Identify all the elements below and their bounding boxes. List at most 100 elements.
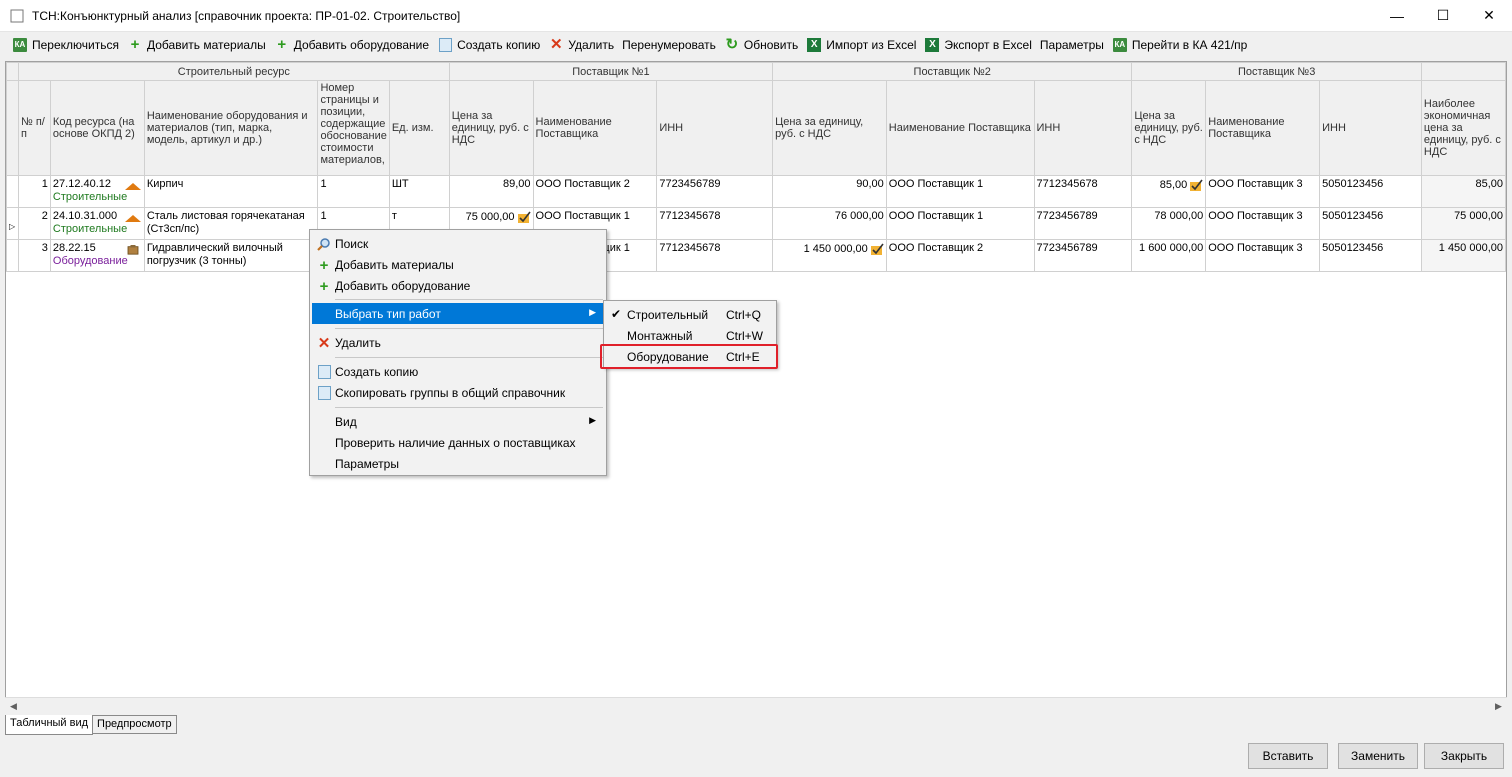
- cell-unit[interactable]: ШТ: [388, 175, 450, 208]
- add-materials-button[interactable]: + Добавить материалы: [123, 35, 270, 55]
- tab-preview[interactable]: Предпросмотр: [92, 715, 177, 734]
- menu-item-check-supplier-data[interactable]: Проверить наличие данных о поставщиках: [312, 432, 604, 453]
- col-header-page[interactable]: Номер страницы и позиции, содержащие обо…: [317, 80, 390, 176]
- col-header-s3-price[interactable]: Цена за единицу, руб. с НДС: [1131, 80, 1207, 176]
- cell-s3-inn[interactable]: 5050123456: [1319, 239, 1422, 272]
- cell-name[interactable]: Гидравлический вилочный погрузчик (3 тон…: [143, 239, 319, 272]
- col-header-unit[interactable]: Ед. изм.: [388, 80, 450, 176]
- scroll-left-icon[interactable]: ◀: [5, 698, 22, 715]
- cell-s2-price[interactable]: 1 450 000,00: [772, 239, 887, 272]
- submenu-item-installation[interactable]: Монтажный Ctrl+W: [606, 325, 774, 346]
- cell-best[interactable]: 1 450 000,00: [1420, 239, 1506, 272]
- cell-s3-name[interactable]: ООО Поставщик 3: [1205, 239, 1321, 272]
- cell-s2-price[interactable]: 76 000,00: [772, 207, 887, 240]
- cell-code[interactable]: 28.22.15 Оборудование: [49, 239, 145, 272]
- maximize-button[interactable]: ☐: [1420, 0, 1466, 31]
- cell-s3-price[interactable]: 85,00: [1131, 175, 1207, 208]
- switch-button[interactable]: КА Переключиться: [8, 35, 123, 55]
- data-grid[interactable]: Строительный ресурс Поставщик №1 Поставщ…: [5, 61, 1507, 713]
- group-header-supplier2: Поставщик №2: [772, 62, 1133, 81]
- cell-s1-inn[interactable]: 7723456789: [656, 175, 774, 208]
- equipment-icon: [127, 245, 139, 255]
- context-menu: Поиск + Добавить материалы + Добавить об…: [309, 229, 607, 476]
- col-header-s2-name[interactable]: Наименование Поставщика: [885, 80, 1035, 176]
- table-row[interactable]: 3 28.22.15 Оборудование Гидравлический в…: [6, 239, 1506, 272]
- cell-s1-name[interactable]: ООО Поставщик 2: [532, 175, 658, 208]
- table-row[interactable]: 1 27.12.40.12 Строительные Кирпич 1 ШТ 8…: [6, 175, 1506, 208]
- replace-button[interactable]: Заменить: [1338, 743, 1418, 769]
- minimize-icon: —: [1390, 7, 1404, 24]
- menu-item-select-work-type[interactable]: Выбрать тип работ ▶: [312, 303, 604, 324]
- cell-s3-name[interactable]: ООО Поставщик 3: [1205, 175, 1321, 208]
- cell-best[interactable]: 85,00: [1420, 175, 1506, 208]
- scroll-right-icon[interactable]: ▶: [1490, 698, 1507, 715]
- col-header-s1-inn[interactable]: ИНН: [656, 80, 774, 176]
- renumber-button[interactable]: Перенумеровать: [618, 35, 720, 55]
- submenu-item-construction[interactable]: ✔ Строительный Ctrl+Q: [606, 304, 774, 325]
- col-header-s2-price[interactable]: Цена за единицу, руб. с НДС: [772, 80, 887, 176]
- import-excel-button[interactable]: X Импорт из Excel: [802, 35, 920, 55]
- cell-page[interactable]: 1: [317, 175, 390, 208]
- close-window-button[interactable]: ✕: [1466, 0, 1512, 31]
- menu-item-add-equipment[interactable]: + Добавить оборудование: [312, 275, 604, 296]
- col-header-s3-inn[interactable]: ИНН: [1319, 80, 1422, 176]
- menu-item-search[interactable]: Поиск: [312, 233, 604, 254]
- col-header-name[interactable]: Наименование оборудования и материалов (…: [143, 80, 319, 176]
- col-header-num[interactable]: № п/п: [17, 80, 51, 176]
- menu-item-create-copy[interactable]: Создать копию: [312, 361, 604, 382]
- current-row-icon: ▷: [9, 222, 16, 231]
- cell-s1-inn[interactable]: 7712345678: [656, 239, 774, 272]
- cell-num[interactable]: 1: [17, 175, 51, 208]
- cell-s3-inn[interactable]: 5050123456: [1319, 175, 1422, 208]
- cell-s2-name[interactable]: ООО Поставщик 2: [885, 239, 1035, 272]
- cell-code[interactable]: 27.12.40.12 Строительные: [49, 175, 145, 208]
- close-button[interactable]: Закрыть: [1424, 743, 1504, 769]
- cell-s3-name[interactable]: ООО Поставщик 3: [1205, 207, 1321, 240]
- menu-item-view[interactable]: Вид ▶: [312, 411, 604, 432]
- refresh-icon: ↻: [725, 36, 739, 53]
- cell-s2-inn[interactable]: 7712345678: [1033, 175, 1133, 208]
- cell-s2-inn[interactable]: 7723456789: [1033, 207, 1133, 240]
- cell-s2-name[interactable]: ООО Поставщик 1: [885, 207, 1035, 240]
- delete-button[interactable]: ✕ Удалить: [544, 35, 618, 55]
- col-header-s3-name[interactable]: Наименование Поставщика: [1205, 80, 1321, 176]
- add-equipment-button[interactable]: + Добавить оборудование: [270, 35, 433, 55]
- horizontal-scrollbar[interactable]: ◀ ▶: [5, 697, 1507, 714]
- col-header-s1-name[interactable]: Наименование Поставщика: [532, 80, 658, 176]
- cell-name[interactable]: Сталь листовая горячекатаная (Ст3сп/пс): [143, 207, 319, 240]
- cell-s3-price[interactable]: 1 600 000,00: [1131, 239, 1207, 272]
- menu-item-add-materials[interactable]: + Добавить материалы: [312, 254, 604, 275]
- cell-num[interactable]: 3: [17, 239, 51, 272]
- parameters-button[interactable]: Параметры: [1036, 35, 1108, 55]
- create-copy-button[interactable]: Создать копию: [433, 35, 544, 55]
- table-row[interactable]: ▷ 2 24.10.31.000 Строительные Сталь лист…: [6, 207, 1506, 240]
- col-header-s1-price[interactable]: Цена за единицу, руб. с НДС: [448, 80, 534, 176]
- cell-s2-price[interactable]: 90,00: [772, 175, 887, 208]
- col-header-code[interactable]: Код ресурса (на основе ОКПД 2): [49, 80, 145, 176]
- goto-ka-button[interactable]: КА Перейти в КА 421/пр: [1108, 35, 1251, 55]
- menu-item-copy-groups[interactable]: Скопировать группы в общий справочник: [312, 382, 604, 403]
- cell-best[interactable]: 75 000,00: [1420, 207, 1506, 240]
- cell-s3-inn[interactable]: 5050123456: [1319, 207, 1422, 240]
- menu-item-parameters[interactable]: Параметры: [312, 453, 604, 474]
- cell-s2-name[interactable]: ООО Поставщик 1: [885, 175, 1035, 208]
- plus-icon: +: [319, 277, 329, 295]
- cell-name[interactable]: Кирпич: [143, 175, 319, 208]
- tab-table-view[interactable]: Табличный вид: [5, 715, 94, 735]
- col-header-best[interactable]: Наиболее экономичная цена за единицу, ру…: [1420, 80, 1506, 176]
- cell-code[interactable]: 24.10.31.000 Строительные: [49, 207, 145, 240]
- minimize-button[interactable]: —: [1374, 0, 1420, 31]
- cell-s1-price[interactable]: 89,00: [448, 175, 534, 208]
- cell-s2-inn[interactable]: 7723456789: [1033, 239, 1133, 272]
- menu-item-delete[interactable]: ✕ Удалить: [312, 332, 604, 353]
- export-excel-button[interactable]: X Экспорт в Excel: [920, 35, 1035, 55]
- best-price-icon: [1190, 179, 1203, 191]
- cell-num[interactable]: 2: [17, 207, 51, 240]
- refresh-button[interactable]: ↻ Обновить: [720, 35, 802, 55]
- toolbar: КА Переключиться + Добавить материалы + Доб…: [0, 33, 1512, 57]
- cell-s3-price[interactable]: 78 000,00: [1131, 207, 1207, 240]
- insert-button[interactable]: Вставить: [1248, 743, 1328, 769]
- cell-s1-inn[interactable]: 7712345678: [656, 207, 774, 240]
- maximize-icon: ☐: [1436, 7, 1450, 23]
- col-header-s2-inn[interactable]: ИНН: [1033, 80, 1133, 176]
